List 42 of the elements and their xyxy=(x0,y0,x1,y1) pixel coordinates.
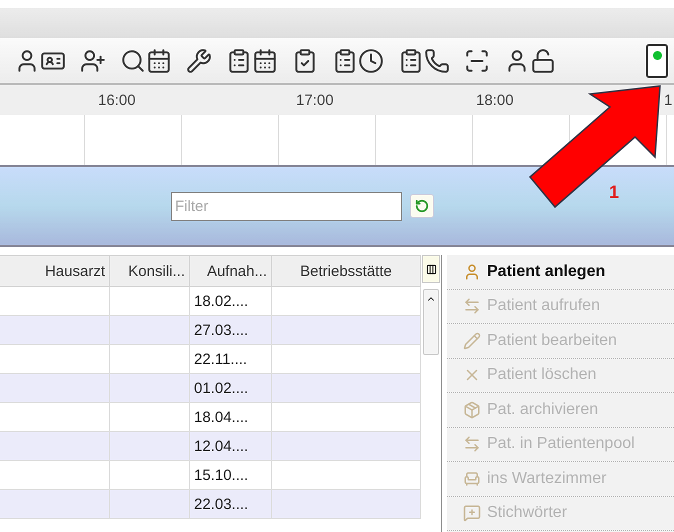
person-icon xyxy=(463,262,481,281)
box-icon xyxy=(463,400,481,419)
column-header[interactable]: Aufnah... xyxy=(190,255,272,287)
search-icon xyxy=(120,48,146,74)
filter-field[interactable]: Filter xyxy=(171,192,402,220)
column-header[interactable]: Betriebsstätte xyxy=(272,255,421,287)
column-chooser-button[interactable] xyxy=(422,255,440,283)
refresh-icon xyxy=(415,199,429,213)
hour-label: 16:00 xyxy=(98,92,136,108)
hour-label: 18:00 xyxy=(476,92,514,108)
chair-icon xyxy=(463,470,481,488)
table-cell: 18.02.... xyxy=(190,287,272,316)
table-cell: 27.03.... xyxy=(190,316,272,345)
arrow-icon xyxy=(463,297,481,316)
refresh-button[interactable] xyxy=(410,194,434,218)
table-cell: 01.02.... xyxy=(190,374,272,403)
table-cell: 22.11.... xyxy=(190,345,272,374)
arrow-icon xyxy=(463,435,481,454)
pencil-icon xyxy=(463,332,481,350)
column-header[interactable]: Konsili... xyxy=(110,255,190,287)
wrench-icon xyxy=(186,48,212,74)
hour-label: 17:00 xyxy=(296,92,334,108)
calendar-icon xyxy=(146,48,172,74)
table-cell: 15.10.... xyxy=(190,461,272,490)
hour-label: 1 xyxy=(664,92,672,108)
action-item[interactable]: Patient anlegen xyxy=(447,255,674,290)
scanner-icon xyxy=(464,48,490,74)
unlock-icon xyxy=(530,48,556,74)
scrollbar[interactable] xyxy=(423,289,439,355)
table-cell: 18.04.... xyxy=(190,403,272,432)
clock-icon xyxy=(358,48,384,74)
person-add-icon xyxy=(80,48,106,74)
calendar-icon xyxy=(252,48,278,74)
status-light[interactable] xyxy=(646,44,668,78)
phone-icon xyxy=(424,48,450,74)
table-cell: 22.03.... xyxy=(190,490,272,519)
column-header[interactable]: Hausarzt xyxy=(0,255,110,287)
annotation-number: 1 xyxy=(609,182,620,203)
table-cell: 12.04.... xyxy=(190,432,272,461)
arrow-icon xyxy=(528,85,661,208)
columns-icon xyxy=(426,264,436,274)
comment-icon xyxy=(463,504,481,522)
